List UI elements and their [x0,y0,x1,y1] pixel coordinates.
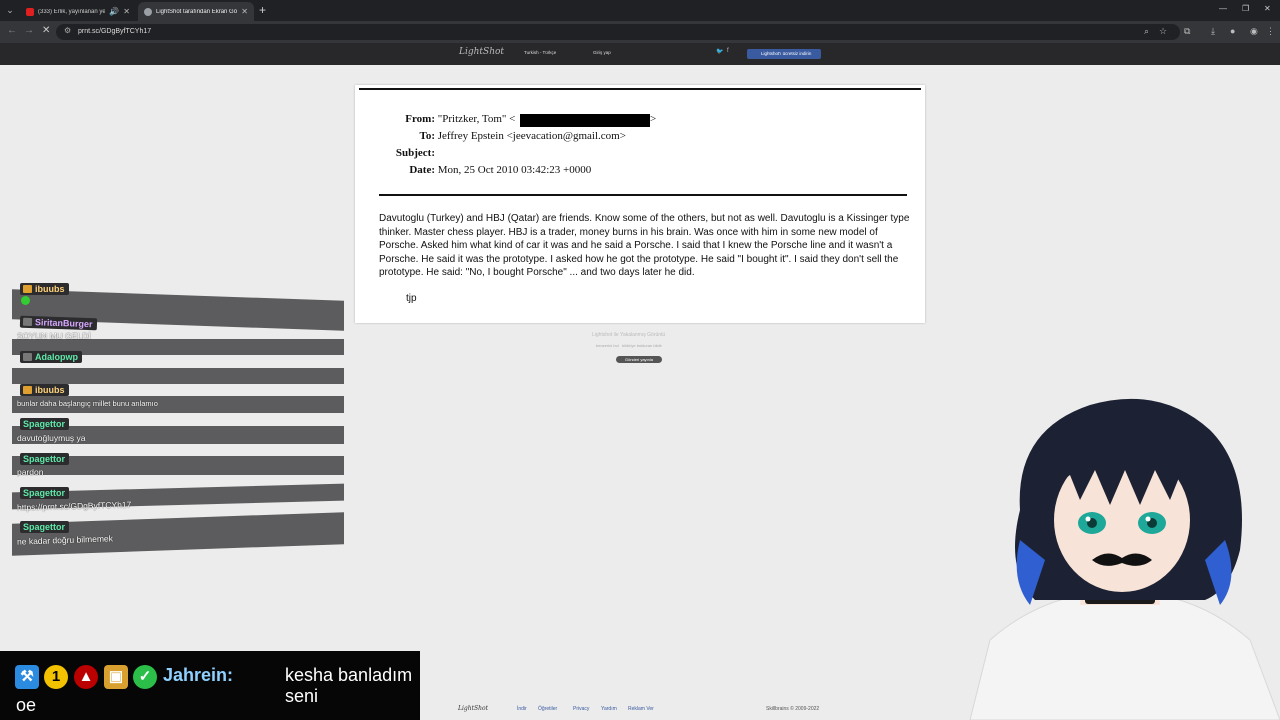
new-tab-icon[interactable]: + [259,3,266,17]
chat-bar [12,512,344,556]
footer-logo[interactable]: LightShot [458,705,488,712]
forward-icon[interactable]: → [24,25,34,36]
download-lightshot-button[interactable]: Lightshot'ı ücretsiz indirin [747,49,821,59]
chat-username: ibuubs [20,283,69,295]
email-signature: tjp [406,293,417,304]
bookmark-star-icon[interactable]: ☆ [1159,26,1167,37]
emote-icon [21,296,30,305]
restore-icon[interactable]: ❐ [1242,4,1249,13]
moderator-badge-icon [23,353,32,361]
email-body: Davutoglu (Turkey) and HBJ (Qatar) are f… [379,213,910,279]
date-label: Date: [409,164,435,176]
tab-search-icon[interactable]: ⌄ [4,4,16,16]
chat-bar [12,368,344,384]
chat-text[interactable]: https://prnt.sc/GDgByfTCYh17 [17,500,132,513]
stream-chat-line: ⚒ 1 ▲ ▣ ✓ Jahrein: kesha banladım seni o… [0,651,420,720]
stream-chat-message: kesha banladım seni [285,665,413,706]
verified-badge-icon: ✓ [133,665,157,689]
gift-badge-icon [23,386,32,394]
chat-text: pardon [17,467,44,477]
redaction-bar [520,114,650,127]
screenshot-image[interactable]: From: "Pritzker, Tom" < > To: Jeffrey Ep… [355,85,925,323]
speaker-icon[interactable]: 🔊 [109,7,119,16]
footer-link-ads[interactable]: Reklam Ver [628,706,654,712]
moderator-badge-icon [22,317,33,327]
extensions-icon[interactable]: ⧉ [1184,26,1190,37]
chat-username: Spagettor [20,521,70,533]
top-rule [359,88,921,90]
site-info-icon[interactable]: ⚙ [64,26,71,35]
search-icon[interactable]: ⌕ [1144,26,1149,37]
footer-link-help[interactable]: Yardım [601,706,617,712]
subject-label: Subject: [395,147,435,159]
download-icon[interactable]: ⤓ [1211,26,1215,37]
footer-link-privacy[interactable]: Privacy [573,706,589,712]
header-divider [379,194,907,196]
chat-username: SiritanBurger [19,315,97,331]
menu-icon[interactable]: ⋮ [1266,26,1275,37]
stream-chat-username: Jahrein: [163,665,234,685]
report-link[interactable]: bildiriye bulduran bildir [622,343,662,348]
browser-toolbar: ← → ✕ ⚙ prnt.sc/GDgByfTCYh17 ⌕ ☆ ⧉ ⤓ ● ◉… [0,21,1280,43]
from-end: > [650,113,657,125]
extension-puzzle-icon[interactable]: ◉ [1250,26,1258,37]
tab-youtube[interactable]: (333) Erlik, yayınlanan yeni bir ... 🔊 ✕ [20,2,136,21]
twitter-icon[interactable]: 🐦 [716,48,723,55]
lightshot-favicon-icon [144,7,152,16]
chat-text: davutoğluymuş ya [17,433,86,443]
profile-icon[interactable]: ● [1230,26,1235,36]
gift-badge-icon: ▣ [104,665,128,689]
close-window-icon[interactable]: ✕ [1264,4,1271,13]
lightshot-header: LightShot Turkish - Türkçe Giriş yap 🐦 f… [0,43,1280,65]
from-value: "Pritzker, Tom" < [437,113,516,125]
to-value: Jeffrey Epstein <jeevacation@gmail.com> [437,130,626,142]
chat-username: ibuubs [20,384,69,396]
chat-username: Spagettor [20,453,70,465]
tab-lightshot[interactable]: LightShot tarafından Ekran Görüntüsü ✕ [138,2,254,21]
url-text[interactable]: prnt.sc/GDgByfTCYh17 [78,28,151,35]
youtube-icon [26,7,34,16]
login-link[interactable]: Giriş yap [593,50,611,55]
vtuber-avatar [969,398,1280,720]
footer-link-tutorials[interactable]: Öğretiler [538,706,557,712]
close-tab-icon[interactable]: ✕ [241,7,248,16]
facebook-icon[interactable]: f [727,48,729,54]
find-similar-link[interactable]: benzerini bul [596,343,619,348]
gift-badge-icon [23,285,32,293]
language-select[interactable]: Turkish - Türkçe [524,50,556,55]
caption-links: benzerini bul bildiriye bulduran bildir [596,343,662,348]
from-label: From: [405,113,435,125]
address-bar[interactable]: ⚙ prnt.sc/GDgByfTCYh17 [56,24,1180,40]
tweet-button[interactable]: Gönderi yayınla [616,356,662,363]
minimize-icon[interactable]: — [1219,4,1227,13]
stop-icon[interactable]: ✕ [42,25,50,36]
close-tab-icon[interactable]: ✕ [123,7,130,16]
chat-username: Adalopwp [20,351,82,363]
lightshot-logo[interactable]: LightShot [459,47,504,57]
tier-badge-icon: 1 [44,665,68,689]
footer-copyright: Skillbrains © 2009-2022 [766,706,820,712]
tab-bar: ⌄ (333) Erlik, yayınlanan yeni bir ... 🔊… [0,0,1280,21]
tab-title: LightShot tarafından Ekran Görüntüsü [156,8,238,15]
hammer-badge-icon: ⚒ [15,665,39,689]
image-caption: Lightshot ile Yakalanmış Görüntü [592,332,666,338]
red-badge-icon: ▲ [74,665,98,689]
chat-text: bunlar daha başlangıç millet bunu anlamı… [17,399,158,408]
to-label: To: [419,130,436,142]
chat-username: Spagettor [20,418,70,430]
chat-username: Spagettor [20,487,70,499]
footer-link-download[interactable]: İndir [517,706,527,712]
chat-text: SOYUN MU GELDİ [17,331,91,341]
date-value: Mon, 25 Oct 2010 03:42:23 +0000 [437,164,592,176]
tab-title: (333) Erlik, yayınlanan yeni bir ... [38,8,106,15]
back-icon[interactable]: ← [7,25,17,36]
stream-chat-message-cont: oe [16,695,37,715]
